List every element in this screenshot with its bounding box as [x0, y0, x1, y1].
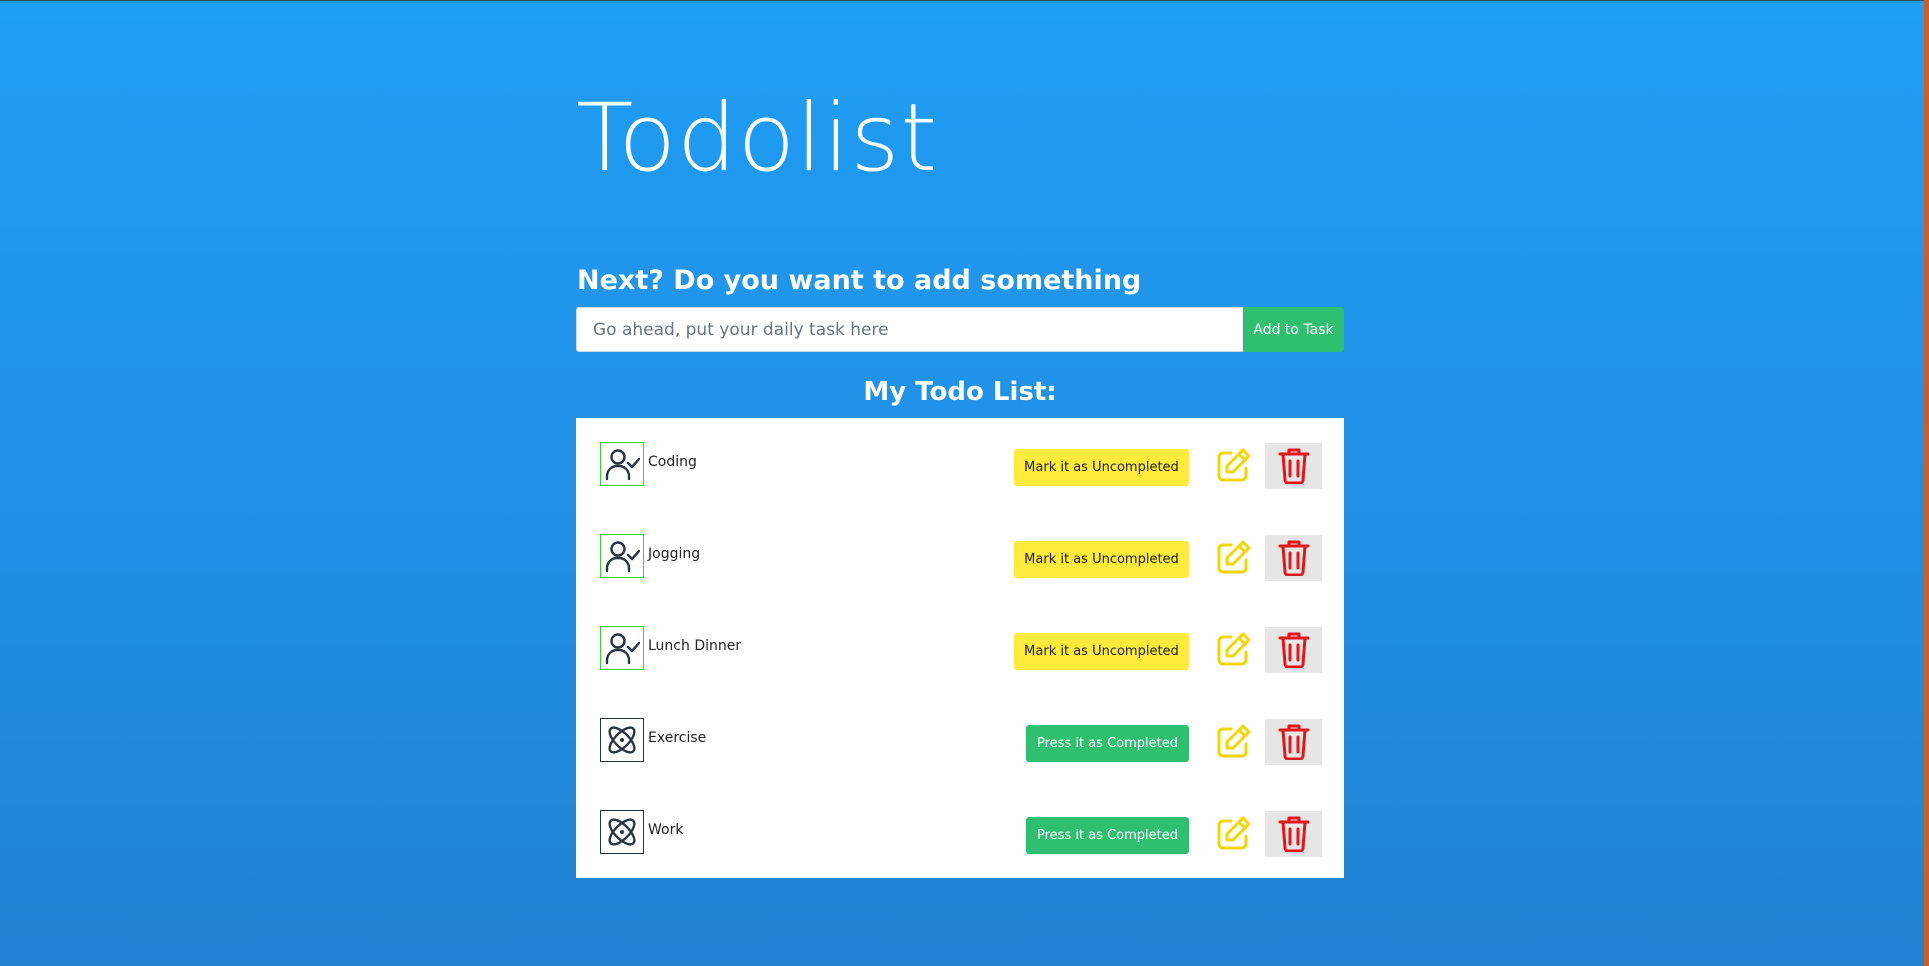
trash-icon — [1277, 814, 1311, 855]
edit-button[interactable] — [1212, 814, 1254, 856]
add-task-form: Add to Task — [576, 307, 1344, 352]
edit-button[interactable] — [1212, 722, 1254, 764]
trash-icon — [1277, 446, 1311, 487]
task-label: Jogging — [648, 546, 701, 562]
task-label: Exercise — [648, 730, 707, 746]
todo-list-heading: My Todo List: — [863, 377, 1057, 407]
pencil-square-icon — [1214, 631, 1252, 672]
edit-button[interactable] — [1212, 630, 1254, 672]
todo-item: Lunch Dinner Mark it as Uncompleted — [576, 624, 1344, 673]
delete-button[interactable] — [1265, 535, 1322, 581]
todo-list: Coding Mark it as Uncompleted Jogging Mark … — [576, 418, 1344, 878]
mark-uncompleted-button[interactable]: Mark it as Uncompleted — [1014, 633, 1189, 670]
pencil-square-icon — [1214, 723, 1252, 764]
atom-icon — [600, 718, 644, 762]
edit-button[interactable] — [1212, 446, 1254, 488]
delete-button[interactable] — [1265, 443, 1322, 489]
user-check-icon — [600, 534, 644, 578]
page-title: Todolist — [576, 84, 939, 193]
delete-button[interactable] — [1265, 627, 1322, 673]
pencil-square-icon — [1214, 815, 1252, 856]
window-top-border — [0, 0, 1929, 1]
pencil-square-icon — [1214, 539, 1252, 580]
trash-icon — [1277, 538, 1311, 579]
add-task-heading: Next? Do you want to add something — [577, 265, 1142, 296]
task-label: Coding — [648, 454, 697, 470]
todo-item: Jogging Mark it as Uncompleted — [576, 532, 1344, 581]
task-input[interactable] — [576, 307, 1243, 352]
window-right-edge — [1924, 0, 1929, 966]
edit-button[interactable] — [1212, 538, 1254, 580]
delete-button[interactable] — [1265, 811, 1322, 857]
task-label: Work — [648, 822, 684, 838]
user-check-icon — [600, 442, 644, 486]
mark-completed-button[interactable]: Press it as Completed — [1026, 725, 1189, 762]
todo-item: Work Press it as Completed — [576, 808, 1344, 857]
add-task-button[interactable]: Add to Task — [1243, 307, 1344, 352]
trash-icon — [1277, 722, 1311, 763]
user-check-icon — [600, 626, 644, 670]
task-label: Lunch Dinner — [648, 638, 742, 654]
todo-item: Exercise Press it as Completed — [576, 716, 1344, 765]
trash-icon — [1277, 630, 1311, 671]
pencil-square-icon — [1214, 447, 1252, 488]
delete-button[interactable] — [1265, 719, 1322, 765]
mark-uncompleted-button[interactable]: Mark it as Uncompleted — [1014, 449, 1189, 486]
mark-completed-button[interactable]: Press it as Completed — [1026, 817, 1189, 854]
atom-icon — [600, 810, 644, 854]
mark-uncompleted-button[interactable]: Mark it as Uncompleted — [1014, 541, 1189, 578]
todo-item: Coding Mark it as Uncompleted — [576, 440, 1344, 489]
